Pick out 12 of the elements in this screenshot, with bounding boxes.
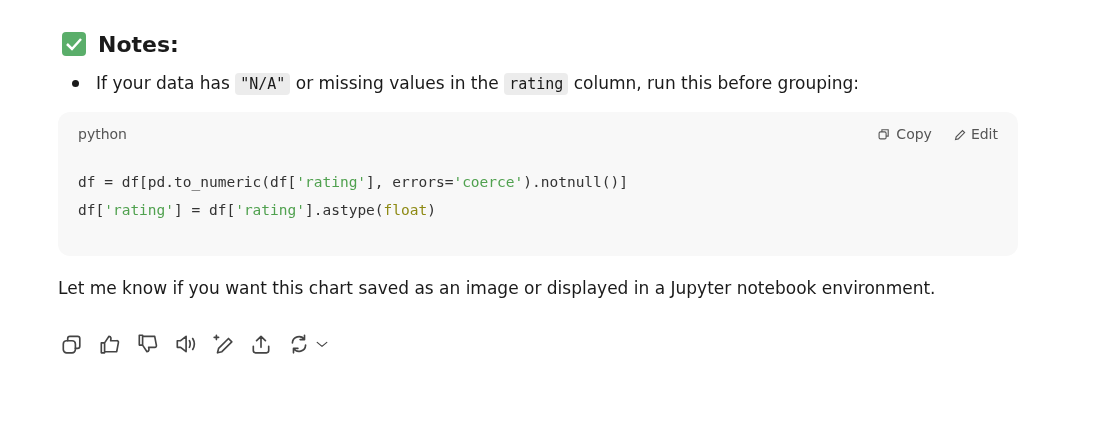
- code-line: df = df[pd.to_numeric(df['rating'], errors='coerce').notnull()]: [78, 173, 629, 193]
- copy-button[interactable]: Copy: [877, 126, 932, 142]
- bullet-dot: [72, 79, 79, 87]
- check-mark-icon: [62, 32, 86, 56]
- code-line: df['rating'] = df['rating'].astype(float): [78, 201, 437, 220]
- notes-heading: Notes:: [98, 31, 179, 57]
- code-language: python: [78, 126, 127, 142]
- bullet-text: If your data has "N/A" or missing values in the rating column, run this before grouping:: [96, 73, 859, 93]
- copy-icon: [877, 127, 892, 141]
- follow-up-text: Let me know if you want this chart saved as an image or displayed in a Jupyter notebook environment.: [58, 278, 937, 298]
- pencil-icon[interactable]: [210, 331, 236, 357]
- edit-button[interactable]: Edit: [951, 126, 998, 142]
